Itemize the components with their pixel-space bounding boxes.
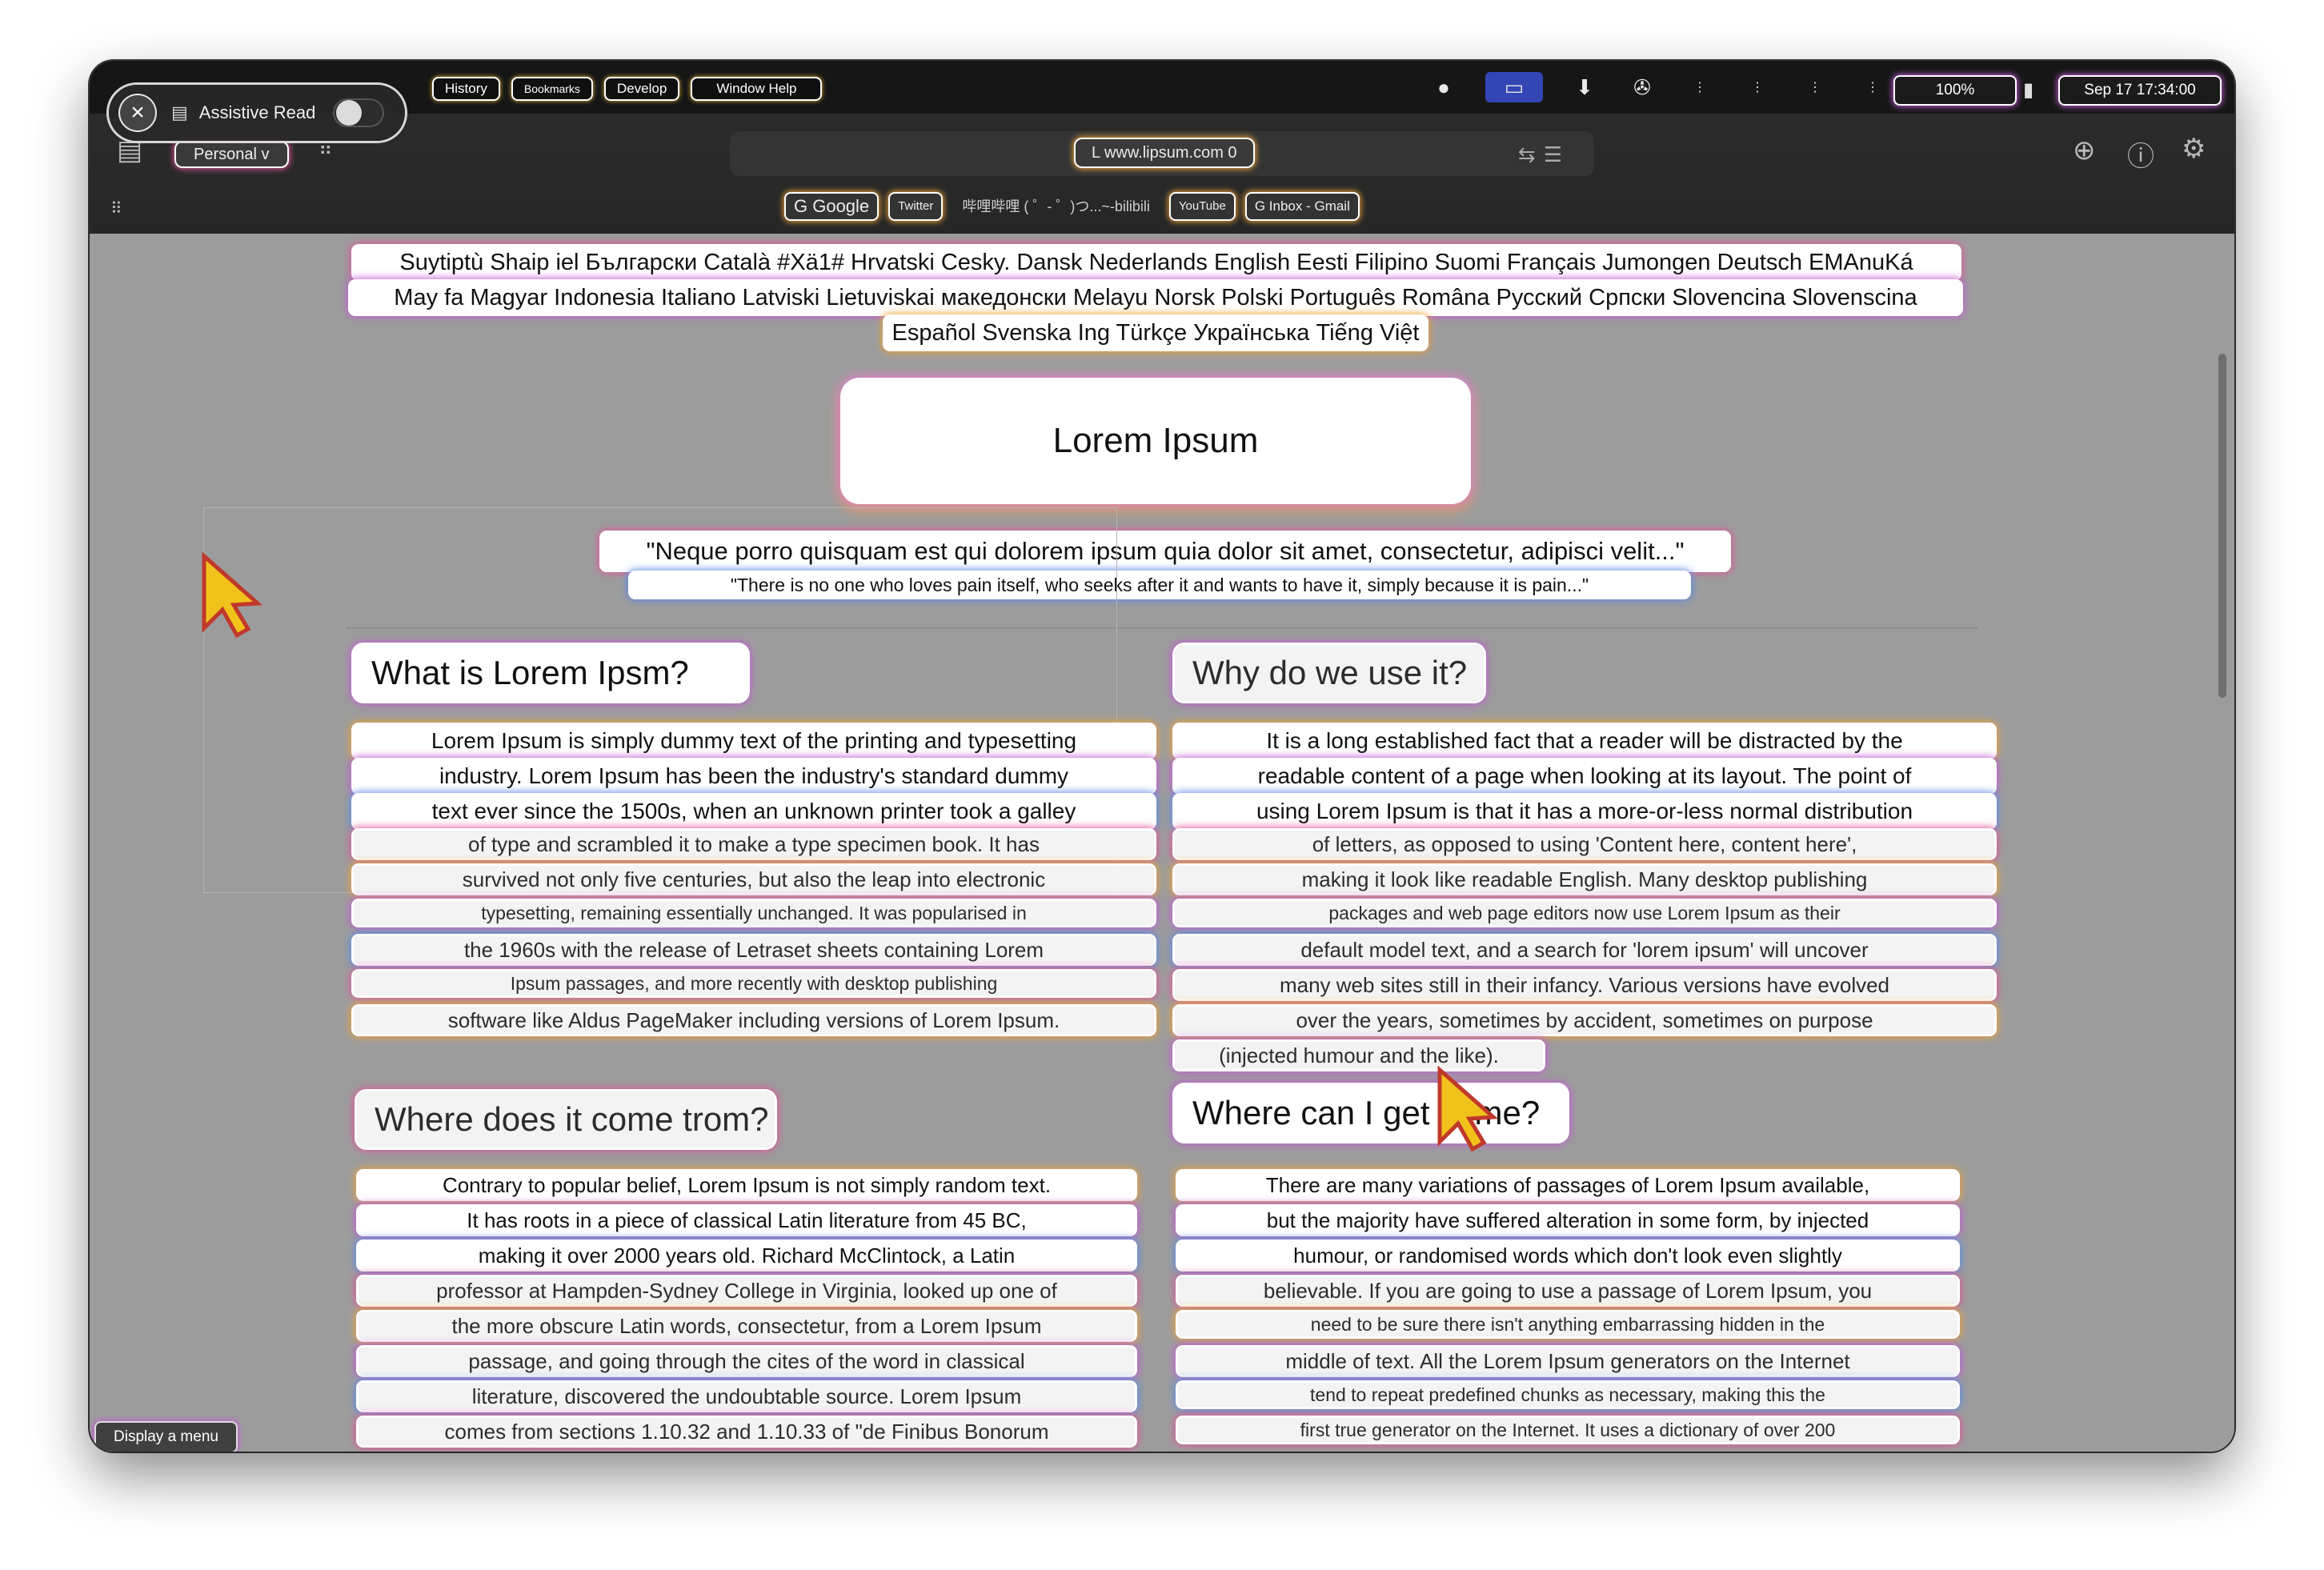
text-line[interactable]: of letters, as opposed to using 'Content… — [1175, 831, 1994, 858]
text-line[interactable]: packages and web page editors now use Lo… — [1175, 901, 1994, 925]
text-line[interactable]: literature, discovered the undoubtable s… — [359, 1383, 1135, 1410]
assistive-read-toggle[interactable] — [333, 98, 385, 127]
text-line[interactable]: tend to repeat predefined chunks as nece… — [1178, 1383, 1957, 1407]
text-line[interactable]: first true generator on the Internet. It… — [1178, 1418, 1957, 1442]
browser-toolbar: ▤ Personal v ⠿ L www.lipsum.com 0 ⇆ ☰ ⊕ … — [90, 114, 2234, 234]
menu-items: History Bookmarks Develop Window Help — [434, 78, 821, 99]
text-line[interactable]: the more obscure Latin words, consectetu… — [359, 1312, 1135, 1340]
heading-where-get[interactable]: Where can I get some? — [1175, 1085, 1567, 1141]
text-line[interactable]: believable. If you are going to use a pa… — [1178, 1277, 1957, 1304]
favorite-bilibili[interactable]: 哔哩哔哩 ( ゜- ゜)つ...~-bilibili — [954, 194, 1158, 219]
languages-line-3[interactable]: Español Svenska Ing Türkçe Українська Ti… — [885, 317, 1426, 349]
downloads-icon[interactable]: ⊕ — [2073, 134, 2096, 166]
pointer-cursor-left — [202, 552, 263, 639]
favorites-bar: G Google Twitter 哔哩哔哩 ( ゜- ゜)つ...~-bilib… — [786, 194, 1358, 219]
translate-icon[interactable]: ⇆ — [1518, 142, 1536, 167]
text-line[interactable]: Contrary to popular belief, Lorem Ipsum … — [359, 1171, 1135, 1199]
languages-line-1[interactable]: Suytiptù Shaip iel Български Català #Xä1… — [354, 246, 1959, 278]
reader-icon[interactable]: ☰ — [1544, 142, 1562, 167]
cpu-stat-icon[interactable]: ⋮ — [1799, 72, 1831, 102]
scrollbar[interactable] — [2218, 354, 2226, 698]
text-line[interactable]: typesetting, remaining essentially uncha… — [354, 901, 1154, 925]
text-line[interactable]: need to be sure there isn't anything emb… — [1178, 1312, 1957, 1336]
menu-bar: History Bookmarks Develop Window Help ● … — [90, 61, 2234, 114]
memory-stat-icon[interactable]: ⋮ — [1741, 72, 1773, 102]
document-icon: ▤ — [171, 102, 188, 122]
text-line[interactable]: many web sites still in their infancy. V… — [1175, 971, 1994, 999]
text-line[interactable]: professor at Hampden-Sydney College in V… — [359, 1277, 1135, 1304]
browser-window: History Bookmarks Develop Window Help ● … — [90, 61, 2234, 1452]
text-line[interactable]: the 1960s with the release of Letraset s… — [354, 936, 1154, 963]
battery-status[interactable]: 100% — [1895, 77, 2015, 104]
text-line[interactable]: default model text, and a search for 'lo… — [1175, 936, 1994, 963]
menu-window-help[interactable]: Window Help — [692, 78, 821, 99]
heading-where-from[interactable]: Where does it come trom? — [357, 1091, 775, 1147]
text-line[interactable]: industry. Lorem Ipsum has been the indus… — [354, 760, 1154, 792]
clock[interactable]: Sep 17 17:34:00 — [2060, 77, 2220, 104]
display-menu-hint[interactable]: Display a menu — [96, 1423, 236, 1452]
text-line[interactable]: survived not only five centuries, but al… — [354, 866, 1154, 893]
menu-develop[interactable]: Develop — [605, 78, 679, 99]
url-text[interactable]: L www.lipsum.com 0 — [1076, 139, 1253, 166]
text-line[interactable]: but the majority have suffered alteratio… — [1178, 1207, 1957, 1234]
network-stat-icon[interactable]: ⋮ — [1684, 72, 1716, 102]
text-line[interactable]: text ever since the 1500s, when an unkno… — [354, 795, 1154, 827]
text-line[interactable]: Ipsum passages, and more recently with d… — [354, 971, 1154, 995]
text-line[interactable]: making it look like readable English. Ma… — [1175, 866, 1994, 893]
favorite-gmail[interactable]: G Inbox - Gmail — [1246, 194, 1358, 219]
text-line[interactable]: of type and scrambled it to make a type … — [354, 831, 1154, 858]
settings-wheel-icon[interactable]: ✇ — [1626, 72, 1658, 102]
menu-bookmarks[interactable]: Bookmarks — [512, 78, 591, 99]
languages-line-2[interactable]: May fa Magyar Indonesia Italiano Latvisk… — [351, 282, 1961, 314]
assistive-read-label: Assistive Read — [198, 102, 316, 122]
heading-what-is[interactable]: What is Lorem Ipsm? — [354, 645, 747, 701]
text-line[interactable]: readable content of a page when looking … — [1175, 760, 1994, 792]
tab-overview-icon[interactable]: ⠿ — [319, 138, 333, 161]
download-icon[interactable]: ⬇ — [1569, 72, 1601, 102]
text-line[interactable]: It is a long established fact that a rea… — [1175, 725, 1994, 757]
menu-history[interactable]: History — [434, 78, 499, 99]
address-bar[interactable]: L www.lipsum.com 0 ⇆ ☰ — [730, 131, 1594, 176]
text-line[interactable]: making it over 2000 years old. Richard M… — [359, 1242, 1135, 1269]
assistive-read-overlay: × ▤ Assistive Read — [109, 85, 405, 141]
favorites-grid-icon[interactable]: ⠿ — [110, 198, 122, 218]
text-line[interactable]: There are many variations of passages of… — [1178, 1171, 1957, 1199]
text-line[interactable]: software like Aldus PageMaker including … — [354, 1007, 1154, 1034]
text-line[interactable]: comes from sections 1.10.32 and 1.10.33 … — [359, 1418, 1135, 1445]
profile-button[interactable]: Personal v — [176, 142, 287, 166]
text-line[interactable]: over the years, sometimes by accident, s… — [1175, 1007, 1994, 1034]
display-icon[interactable]: ▭ — [1485, 72, 1543, 102]
favorite-google[interactable]: G Google — [786, 194, 878, 219]
settings-gear-icon[interactable]: ⚙ — [2182, 133, 2206, 165]
favorite-youtube[interactable]: YouTube — [1170, 194, 1234, 219]
text-line[interactable]: middle of text. All the Lorem Ipsum gene… — [1178, 1348, 1957, 1375]
page-title: Lorem Ipsum — [843, 381, 1468, 501]
disk-stat-icon[interactable]: ⋮ — [1857, 72, 1889, 102]
battery-icon: ▮ — [2023, 79, 2034, 101]
close-icon[interactable]: × — [120, 95, 155, 130]
address-icons: ⇆ ☰ — [1518, 142, 1562, 167]
info-icon[interactable]: ⓘ — [2127, 134, 2154, 174]
text-line[interactable]: Lorem Ipsum is simply dummy text of the … — [354, 725, 1154, 757]
text-line[interactable]: passage, and going through the cites of … — [359, 1348, 1135, 1375]
text-line[interactable]: It has roots in a piece of classical Lat… — [359, 1207, 1135, 1234]
record-icon[interactable]: ● — [1428, 72, 1460, 102]
favorite-twitter[interactable]: Twitter — [890, 194, 942, 219]
text-line[interactable]: (injected humour and the like). — [1175, 1042, 1543, 1069]
text-line[interactable]: using Lorem Ipsum is that it has a more-… — [1175, 795, 1994, 827]
text-line[interactable]: humour, or randomised words which don't … — [1178, 1242, 1957, 1269]
heading-why[interactable]: Why do we use it? — [1175, 645, 1484, 701]
pointer-cursor-right — [1437, 1066, 1499, 1152]
